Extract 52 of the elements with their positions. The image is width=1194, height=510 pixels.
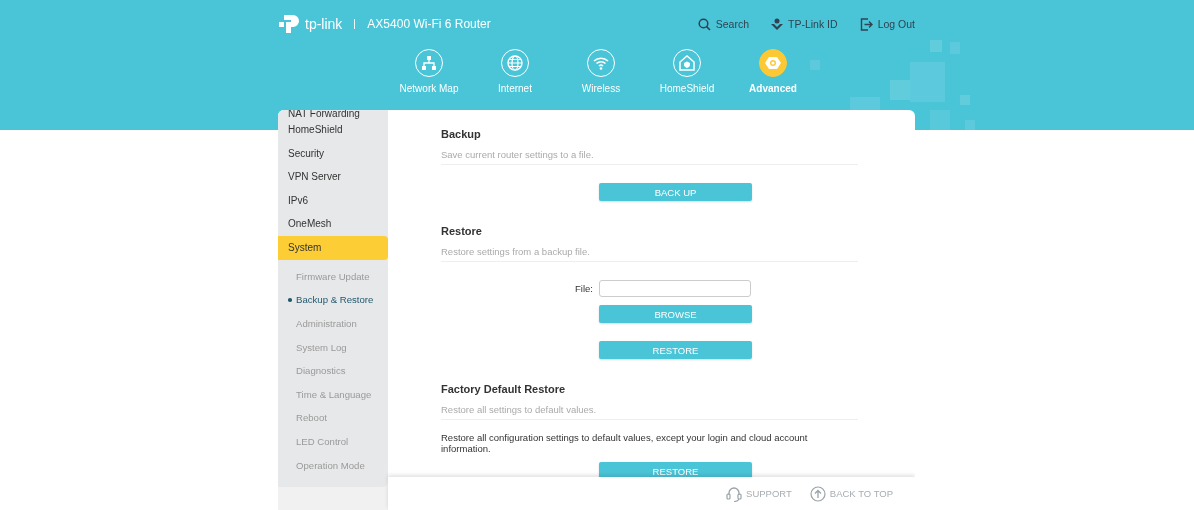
sidebar-subitem[interactable]: Time & Language	[278, 382, 388, 407]
section-title: Restore	[441, 225, 483, 239]
logo-icon	[278, 13, 300, 35]
search-link[interactable]: Search	[697, 17, 750, 31]
action-button[interactable]: RESTORE	[599, 462, 752, 477]
sidebar-subitem[interactable]: Backup & Restore	[278, 288, 388, 312]
sidebar-item[interactable]: HomeShield	[278, 118, 388, 142]
brand-name: tp-link	[305, 16, 343, 32]
file-label: File:	[574, 283, 593, 294]
nav-tab[interactable]: HomeShield	[654, 49, 720, 94]
gear-icon	[764, 54, 782, 72]
section-description: Restore settings from a backup file.	[441, 240, 858, 262]
person-icon	[771, 17, 784, 31]
section-description: Restore all settings to default values.	[441, 398, 858, 420]
sidebar-subitem[interactable]: Firmware Update	[278, 264, 388, 289]
file-field[interactable]	[599, 280, 751, 297]
section-title: Factory Default Restore	[441, 383, 567, 397]
sidebar-item[interactable]: OneMesh	[278, 212, 388, 236]
action-button[interactable]: BROWSE	[599, 305, 752, 323]
sidebar-subitem[interactable]: Reboot	[278, 406, 388, 430]
section-description: Save current router settings to a file.	[441, 143, 858, 165]
sidebar-subitem[interactable]: LED Control	[278, 429, 388, 454]
logout-link[interactable]: Log Out	[859, 17, 915, 31]
section-title: Backup	[441, 128, 482, 142]
sidebar-subitem[interactable]: Diagnostics	[278, 358, 388, 383]
info-text: Restore all configuration settings to default values, except your login and cloud account information.	[441, 432, 809, 454]
sidebar-item[interactable]: System	[278, 235, 388, 260]
nav-tab[interactable]: Advanced	[740, 49, 806, 94]
router-model: AX5400 Wi-Fi 6 Router	[367, 17, 491, 31]
sidebar-item[interactable]: VPN Server	[278, 165, 388, 189]
sidebar-subitem[interactable]: Operation Mode	[278, 453, 388, 477]
headset-icon	[726, 485, 743, 502]
nav-tab[interactable]: Network Map	[396, 49, 462, 94]
sidebar-subitem[interactable]: Administration	[278, 311, 388, 336]
search-icon	[697, 17, 711, 31]
action-button[interactable]: BACK UP	[599, 183, 752, 201]
action-button[interactable]: RESTORE	[599, 341, 752, 359]
house-icon	[678, 54, 696, 72]
sidebar-subitem[interactable]: System Log	[278, 335, 388, 359]
network-icon	[420, 54, 438, 72]
sidebar-item[interactable]: NAT Forwarding	[278, 110, 388, 118]
logout-icon	[859, 17, 873, 31]
sidebar-item[interactable]: Security	[278, 141, 388, 166]
id-link[interactable]: TP-Link ID	[771, 17, 838, 31]
sidebar-item[interactable]: IPv6	[278, 188, 388, 213]
nav-tab[interactable]: Wireless	[568, 49, 634, 94]
wifi-icon	[592, 54, 610, 72]
back-to-top-link[interactable]: BACK TO TOP	[809, 485, 893, 502]
nav-tab[interactable]: Internet	[482, 49, 548, 94]
bullet-icon	[288, 298, 292, 302]
support-link[interactable]: SUPPORT	[726, 485, 792, 502]
globe-icon	[506, 54, 524, 72]
